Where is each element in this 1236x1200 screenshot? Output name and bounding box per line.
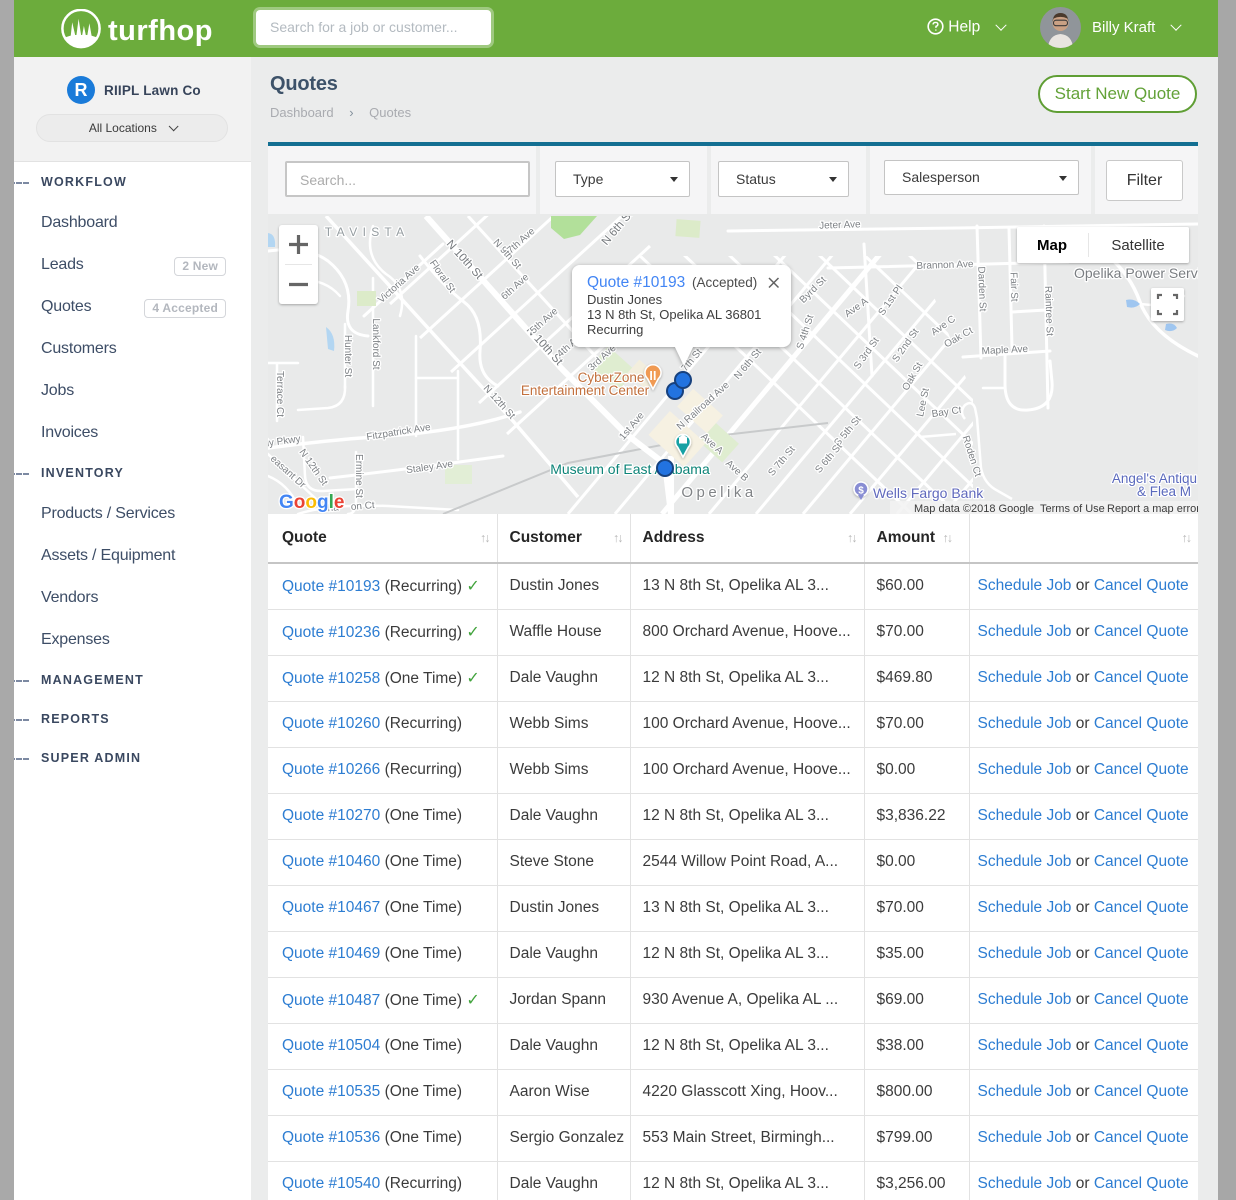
- svg-text:$: $: [858, 486, 864, 497]
- svg-text:Quote #10193: Quote #10193: [587, 274, 685, 291]
- svg-text:Opelika: Opelika: [681, 484, 756, 501]
- svg-text:Darden St: Darden St: [975, 266, 988, 312]
- svg-text:Jeter Ave: Jeter Ave: [819, 219, 861, 231]
- svg-text:13 N 8th St, Opelika AL 36801: 13 N 8th St, Opelika AL 36801: [587, 307, 761, 322]
- svg-text:Hunter St: Hunter St: [342, 335, 353, 377]
- svg-text:Report a map error: Report a map error: [1107, 503, 1198, 514]
- svg-text:& Flea M: & Flea M: [1137, 484, 1191, 499]
- svg-text:Lankford St: Lankford St: [370, 318, 381, 369]
- svg-text:Satellite: Satellite: [1111, 237, 1164, 254]
- svg-text:Museum of East Alabama: Museum of East Alabama: [550, 461, 710, 477]
- svg-text:Ermine St: Ermine St: [353, 454, 364, 498]
- svg-text:on Ct: on Ct: [350, 500, 375, 513]
- svg-text:Wells Fargo Bank: Wells Fargo Bank: [873, 485, 984, 501]
- svg-text:T A V I S T A: T A V I S T A: [325, 225, 405, 239]
- svg-text:Dustin Jones: Dustin Jones: [587, 292, 663, 307]
- svg-text:Map data ©2018 Google: Map data ©2018 Google: [914, 503, 1034, 514]
- svg-text:Terms of Use: Terms of Use: [1040, 503, 1105, 514]
- svg-text:Raintree St: Raintree St: [1042, 286, 1055, 337]
- svg-text:Map: Map: [1037, 237, 1067, 254]
- svg-text:Opelika Power Service: Opelika Power Service: [1074, 265, 1198, 281]
- svg-text:Terrace Ct: Terrace Ct: [274, 371, 285, 417]
- svg-text:(Accepted): (Accepted): [692, 275, 757, 290]
- svg-text:Fair St: Fair St: [1007, 272, 1019, 302]
- svg-text:Entertainment Center: Entertainment Center: [521, 383, 650, 398]
- svg-text:Recurring: Recurring: [587, 322, 643, 337]
- svg-text:Google: Google: [279, 492, 344, 513]
- svg-text:Brannon Ave: Brannon Ave: [916, 259, 974, 272]
